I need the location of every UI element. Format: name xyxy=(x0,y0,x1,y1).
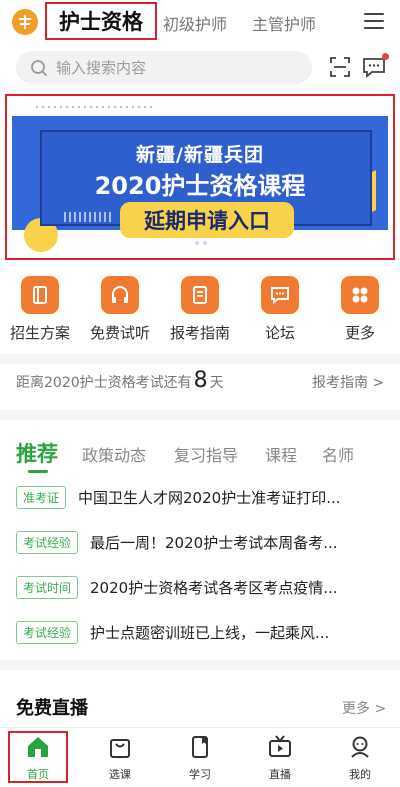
tab-teachers[interactable]: 名师 xyxy=(322,442,354,466)
shopping-bag-icon xyxy=(110,739,130,758)
banner-pager xyxy=(181,241,207,245)
nav-label: 我的 xyxy=(349,768,371,781)
notification-dot xyxy=(382,53,389,60)
quick-link-more[interactable]: 更多 xyxy=(324,276,396,343)
quick-link-label: 论坛 xyxy=(264,324,295,342)
book-icon xyxy=(21,276,59,314)
user-icon xyxy=(351,736,369,758)
quick-links: 招生方案 免费试听 报考指南 论坛 更多 xyxy=(0,276,400,346)
tv-icon xyxy=(269,735,291,757)
news-item[interactable]: 考试经验 最后一周！2020护士考试本周备考... xyxy=(16,529,386,555)
news-tag: 考试时间 xyxy=(16,575,79,599)
banner-region: 新疆/新疆兵团 xyxy=(136,144,264,166)
pager-dot xyxy=(195,241,199,245)
menu-icon[interactable] xyxy=(364,13,384,29)
quick-link-exam-guide[interactable]: 报考指南 xyxy=(164,276,236,343)
message-icon[interactable] xyxy=(362,56,386,78)
news-title: 最后一周！2020护士考试本周备考... xyxy=(90,533,338,552)
news-tag: 考试经验 xyxy=(16,620,79,644)
news-item[interactable]: 准考证 中国卫生人才网2020护士准考证打印... xyxy=(16,484,386,510)
pager-dot xyxy=(203,241,207,245)
search-input[interactable]: 输入搜索内容 xyxy=(16,51,312,84)
nav-study[interactable]: 学习 xyxy=(170,734,230,782)
banner-headline: 2020护士资格课程 xyxy=(94,172,306,200)
grid-icon xyxy=(341,276,379,314)
free-live-more-link[interactable]: 更多 > xyxy=(342,698,386,718)
tab-recommended[interactable]: 推荐 xyxy=(16,438,58,468)
exam-countdown: 距离2020护士资格考试还有 8 天 xyxy=(16,368,224,393)
quick-link-label: 更多 xyxy=(344,324,375,342)
chat-icon xyxy=(261,276,299,314)
tab-nurse-qualification-label: 护士资格 xyxy=(59,10,143,34)
quick-link-enrollment[interactable]: 招生方案 xyxy=(4,276,76,343)
quick-link-label: 报考指南 xyxy=(169,324,230,342)
section-divider xyxy=(0,660,400,670)
news-tabs: 推荐 政策动态 复习指导 课程 名师 xyxy=(0,438,400,473)
nav-courses[interactable]: 选课 xyxy=(90,734,150,782)
book-icon xyxy=(192,736,208,758)
banner-stripes-decoration xyxy=(64,212,114,222)
search-icon xyxy=(31,59,48,76)
tab-review-guide[interactable]: 复习指导 xyxy=(174,442,238,466)
tab-nurse-qualification[interactable]: 护士资格 xyxy=(45,2,157,40)
promo-banner[interactable]: 新疆/新疆兵团 2020护士资格课程 延期申请入口 xyxy=(12,100,388,252)
bottom-navigation: 首页 选课 学习 直播 我的 xyxy=(0,727,400,787)
tab-junior-nurse[interactable]: 初级护师 xyxy=(163,11,227,35)
section-divider xyxy=(0,354,400,364)
search-placeholder: 输入搜索内容 xyxy=(56,59,147,77)
nav-live[interactable]: 直播 xyxy=(250,734,310,782)
section-divider xyxy=(0,410,400,420)
countdown-days: 8 xyxy=(193,368,208,393)
banner-dots-decoration xyxy=(34,104,154,112)
nav-profile[interactable]: 我的 xyxy=(330,734,390,782)
active-tab-indicator xyxy=(28,470,48,473)
news-title: 护士点题密训班已上线，一起乘风... xyxy=(90,623,330,642)
nav-label: 直播 xyxy=(269,768,291,781)
quick-link-free-trial[interactable]: 免费试听 xyxy=(84,276,156,343)
news-item[interactable]: 考试经验 护士点题密训班已上线，一起乘风... xyxy=(16,619,386,645)
news-tag: 考试经验 xyxy=(16,530,79,554)
banner-cta-button[interactable]: 延期申请入口 xyxy=(120,202,294,238)
free-live-title: 免费直播 xyxy=(16,698,88,719)
news-title: 2020护士资格考试各考区考点疫情... xyxy=(90,578,338,597)
news-title: 中国卫生人才网2020护士准考证打印... xyxy=(78,488,341,507)
countdown-suffix: 天 xyxy=(209,375,224,391)
exam-guide-link[interactable]: 报考指南 > xyxy=(312,372,384,392)
news-tag: 准考证 xyxy=(16,485,67,509)
quick-link-label: 免费试听 xyxy=(89,324,150,342)
pager-dot xyxy=(181,241,191,245)
home-icon xyxy=(28,737,48,757)
quick-link-forum[interactable]: 论坛 xyxy=(244,276,316,343)
nav-label: 首页 xyxy=(27,768,49,781)
quick-link-label: 招生方案 xyxy=(9,324,70,342)
news-item[interactable]: 考试时间 2020护士资格考试各考区考点疫情... xyxy=(16,574,386,600)
nav-label: 学习 xyxy=(189,768,211,781)
scan-icon[interactable] xyxy=(329,56,351,78)
top-header: 护士资格 初级护师 主管护师 xyxy=(0,0,400,44)
app-logo-icon xyxy=(12,9,38,35)
countdown-prefix: 距离2020护士资格考试还有 xyxy=(16,375,192,391)
tab-courses[interactable]: 课程 xyxy=(265,442,297,466)
nav-label: 选课 xyxy=(109,768,131,781)
tab-policy[interactable]: 政策动态 xyxy=(82,442,146,466)
nav-home[interactable]: 首页 xyxy=(8,734,68,782)
notebook-icon xyxy=(181,276,219,314)
headphones-icon xyxy=(101,276,139,314)
tab-charge-nurse[interactable]: 主管护师 xyxy=(252,11,316,35)
